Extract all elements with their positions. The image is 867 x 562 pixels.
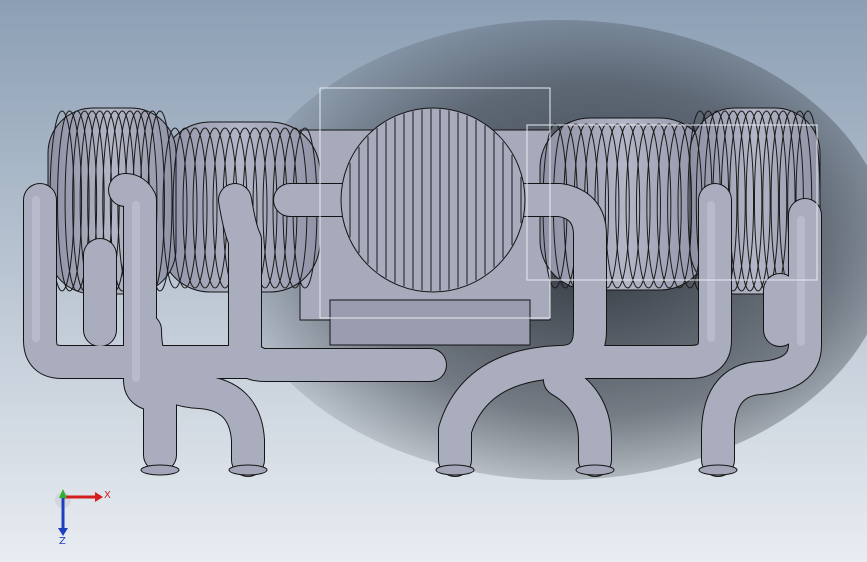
x-axis-label: X — [104, 490, 111, 501]
z-axis-label: Z — [59, 536, 66, 547]
3d-viewport[interactable]: X Z — [0, 0, 867, 562]
crankcase-lower — [329, 299, 531, 346]
front-disc — [340, 107, 526, 293]
